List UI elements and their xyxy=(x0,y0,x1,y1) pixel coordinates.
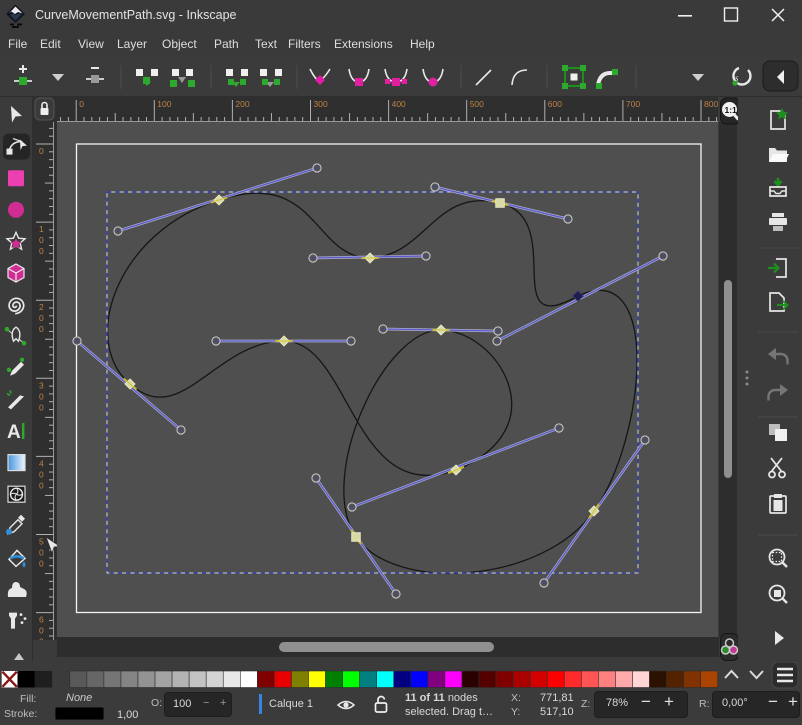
svg-text:0: 0 xyxy=(39,313,44,323)
svg-text:400: 400 xyxy=(392,99,406,109)
svg-text:0: 0 xyxy=(39,626,44,636)
svg-text:1: 1 xyxy=(39,224,44,234)
svg-text:0: 0 xyxy=(39,146,44,156)
svg-text:2: 2 xyxy=(39,302,44,312)
svg-text:4: 4 xyxy=(39,458,44,468)
svg-text:600: 600 xyxy=(548,99,562,109)
svg-text:s: s xyxy=(735,73,739,83)
svg-text:A: A xyxy=(7,422,21,443)
svg-text:0: 0 xyxy=(39,548,44,558)
svg-text:6: 6 xyxy=(39,615,44,625)
svg-text:0: 0 xyxy=(39,235,44,245)
svg-text:0: 0 xyxy=(39,402,44,412)
svg-text:0: 0 xyxy=(39,480,44,490)
svg-text:300: 300 xyxy=(314,99,328,109)
svg-text:700: 700 xyxy=(626,99,640,109)
svg-text:3: 3 xyxy=(39,380,44,390)
svg-text:1:1: 1:1 xyxy=(725,105,738,115)
svg-text:500: 500 xyxy=(470,99,484,109)
svg-text:200: 200 xyxy=(235,99,249,109)
svg-text:0: 0 xyxy=(39,559,44,569)
svg-text:0: 0 xyxy=(39,324,44,334)
svg-text:0: 0 xyxy=(39,391,44,401)
svg-text:100: 100 xyxy=(157,99,171,109)
svg-text:800: 800 xyxy=(704,99,718,109)
svg-text:0: 0 xyxy=(39,469,44,479)
svg-text:0: 0 xyxy=(79,99,84,109)
svg-text:0: 0 xyxy=(39,246,44,256)
svg-text:0: 0 xyxy=(39,637,44,640)
svg-text:5: 5 xyxy=(39,537,44,547)
